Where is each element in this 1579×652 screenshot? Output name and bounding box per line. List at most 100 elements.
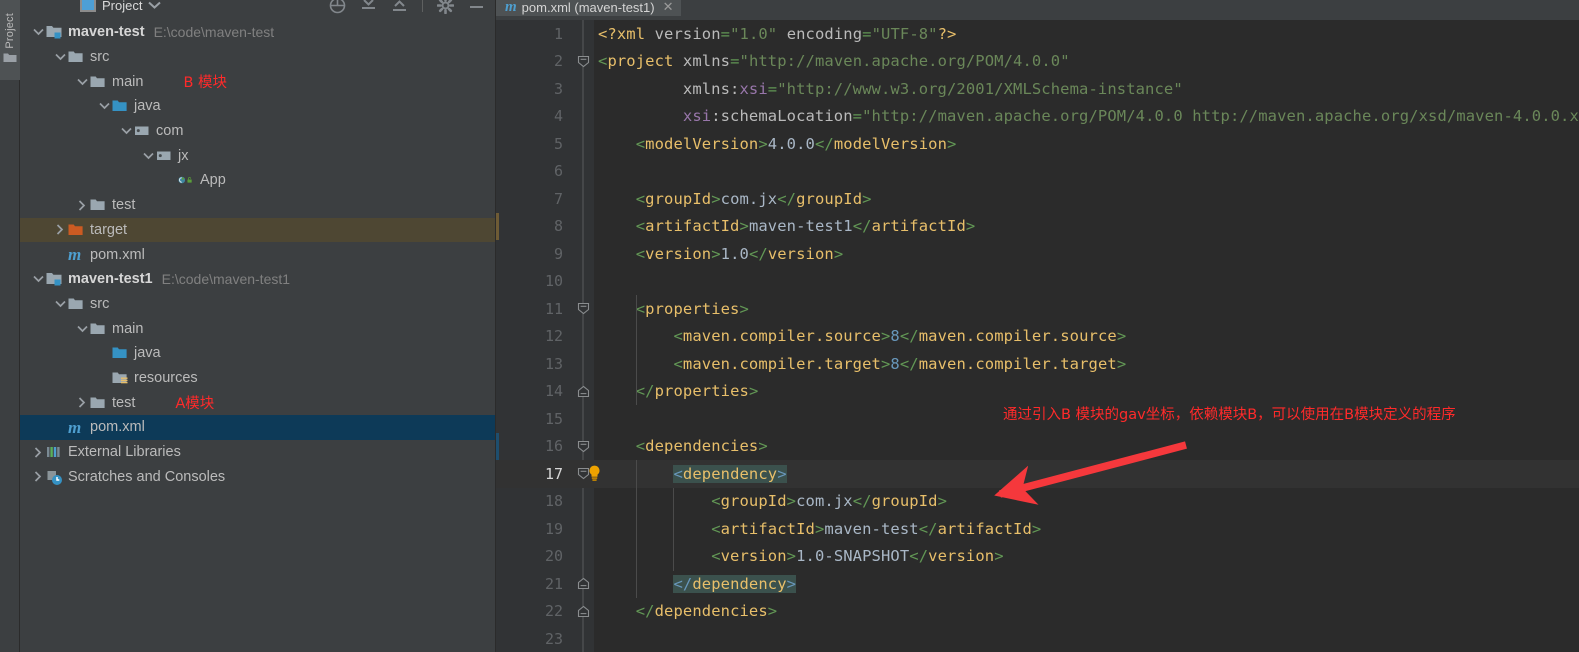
code-line[interactable]: </properties > [594,378,1579,406]
tree-expand-arrow[interactable] [30,24,46,40]
code-line[interactable]: < maven.compiler.source >8 </maven.compiler… [594,323,1579,351]
tree-row[interactable]: m pom.xml [20,415,495,440]
code-line[interactable] [594,625,1579,652]
line-number[interactable]: 1 [496,20,572,48]
line-number[interactable]: 17 [496,460,572,488]
tree-expand-arrow[interactable] [74,395,90,411]
code-line[interactable]: < properties > [594,295,1579,323]
line-number[interactable]: 3 [496,75,572,103]
code-line[interactable] [594,405,1579,433]
tree-row[interactable]: jx [20,143,495,168]
locate-icon[interactable] [329,0,346,14]
tree-row[interactable]: src [20,292,495,317]
line-number[interactable]: 8 [496,212,572,240]
fold-marker-slot[interactable] [572,378,594,406]
code-line[interactable]: < modelVersion >4.0.0 </modelVersion > [594,130,1579,158]
code-line[interactable]: < maven.compiler.target >8 </maven.compiler… [594,350,1579,378]
line-number[interactable]: 2 [496,48,572,76]
tree-expand-arrow[interactable] [118,123,134,139]
code-line[interactable]: < dependencies > [594,433,1579,461]
code-line[interactable]: < project xmlns = "http://maven.apache.org/… [594,48,1579,76]
line-number[interactable]: 23 [496,625,572,652]
tree-expand-arrow[interactable] [30,444,46,460]
line-number[interactable]: 6 [496,158,572,186]
tree-row[interactable]: java [20,341,495,366]
fold-marker-slot[interactable] [572,295,594,323]
tree-expand-arrow[interactable] [30,271,46,287]
code-folding-gutter[interactable] [572,20,600,652]
fold-end-icon[interactable] [577,605,590,618]
chevron-down-icon[interactable] [54,53,66,61]
tree-row[interactable]: java [20,94,495,119]
collapse-all-icon[interactable] [360,0,377,13]
line-number[interactable]: 5 [496,130,572,158]
fold-marker-slot[interactable] [572,598,594,626]
chevron-down-icon[interactable] [142,152,154,160]
code-line[interactable]: < groupId > com.jx </groupId > [594,185,1579,213]
line-number[interactable]: 20 [496,543,572,571]
code-line[interactable] [594,268,1579,296]
line-number[interactable]: 10 [496,268,572,296]
line-number-gutter[interactable]: 1 2 3 4 5 6 7 8 9 10 11 12 13 14 15 16 17 18 19 20 21 22 23 [496,20,572,652]
code-line[interactable]: xmlns: xsi = "http://www.w3.org/2001/XMLSch… [594,75,1579,103]
tree-row[interactable]: External Libraries [20,440,495,465]
fold-end-icon[interactable] [577,577,590,590]
tree-row[interactable]: com [20,119,495,144]
code-line[interactable]: </dependencies > [594,598,1579,626]
tree-expand-arrow[interactable] [96,98,112,114]
tool-window-button-project[interactable]: Project [0,0,20,80]
chevron-down-icon[interactable] [98,102,110,110]
fold-marker-slot[interactable] [572,433,594,461]
line-number[interactable]: 14 [496,378,572,406]
code-line[interactable]: < version >1.0-SNAPSHOT </version > [594,543,1579,571]
code-line[interactable]: <dependency> [594,460,1579,488]
chevron-down-icon[interactable] [32,28,44,36]
tree-row[interactable]: main B 模块 [20,69,495,94]
line-number[interactable]: 11 [496,295,572,323]
chevron-down-icon[interactable] [148,1,162,9]
chevron-down-icon[interactable] [120,127,132,135]
line-number[interactable]: 19 [496,515,572,543]
line-number[interactable]: 21 [496,570,572,598]
project-tree[interactable]: maven-test E:\code\maven-test src main B 模块 j… [20,20,495,652]
tree-row[interactable]: maven-test1 E:\code\maven-test1 [20,267,495,292]
fold-collapse-icon[interactable] [577,440,590,453]
tree-expand-arrow[interactable] [52,49,68,65]
hide-window-icon[interactable] [468,0,485,12]
expand-all-icon[interactable] [391,0,408,13]
settings-gear-icon[interactable] [437,0,454,14]
line-number[interactable]: 12 [496,323,572,351]
code-line[interactable]: </dependency> [594,570,1579,598]
line-number[interactable]: 7 [496,185,572,213]
line-number[interactable]: 9 [496,240,572,268]
fold-marker-slot[interactable] [572,48,594,76]
chevron-right-icon[interactable] [34,471,42,482]
tree-expand-arrow[interactable] [74,321,90,337]
close-icon[interactable]: ✕ [663,0,674,15]
code-line[interactable]: < artifactId > maven-test1 </artifactId > [594,213,1579,241]
code-line[interactable]: < groupId > com.jx </groupId > [594,488,1579,516]
code-content[interactable]: <? xml version = "1.0" encoding = "UTF-8" ?> < p… [594,20,1579,652]
chevron-right-icon[interactable] [78,397,86,408]
tree-row[interactable]: test A模块 [20,390,495,415]
chevron-down-icon[interactable] [76,325,88,333]
tree-expand-arrow[interactable] [52,296,68,312]
tree-row[interactable]: Scratches and Consoles [20,464,495,489]
chevron-down-icon[interactable] [32,275,44,283]
tree-expand-arrow[interactable] [140,148,156,164]
tree-row[interactable]: src [20,45,495,70]
tree-expand-arrow[interactable] [74,197,90,213]
tree-expand-arrow[interactable] [30,469,46,485]
tree-row[interactable]: test [20,193,495,218]
code-line[interactable]: < version >1.0 </version > [594,240,1579,268]
fold-marker-slot[interactable] [572,460,600,488]
intention-bulb-icon[interactable] [588,465,601,482]
chevron-down-icon[interactable] [54,300,66,308]
fold-collapse-icon[interactable] [577,55,590,68]
chevron-down-icon[interactable] [76,78,88,86]
chevron-right-icon[interactable] [56,224,64,235]
code-line[interactable]: < artifactId > maven-test </artifactId > [594,515,1579,543]
tree-row[interactable]: App [20,168,495,193]
line-number[interactable]: 15 [496,405,572,433]
line-number[interactable]: 16 [496,432,572,460]
